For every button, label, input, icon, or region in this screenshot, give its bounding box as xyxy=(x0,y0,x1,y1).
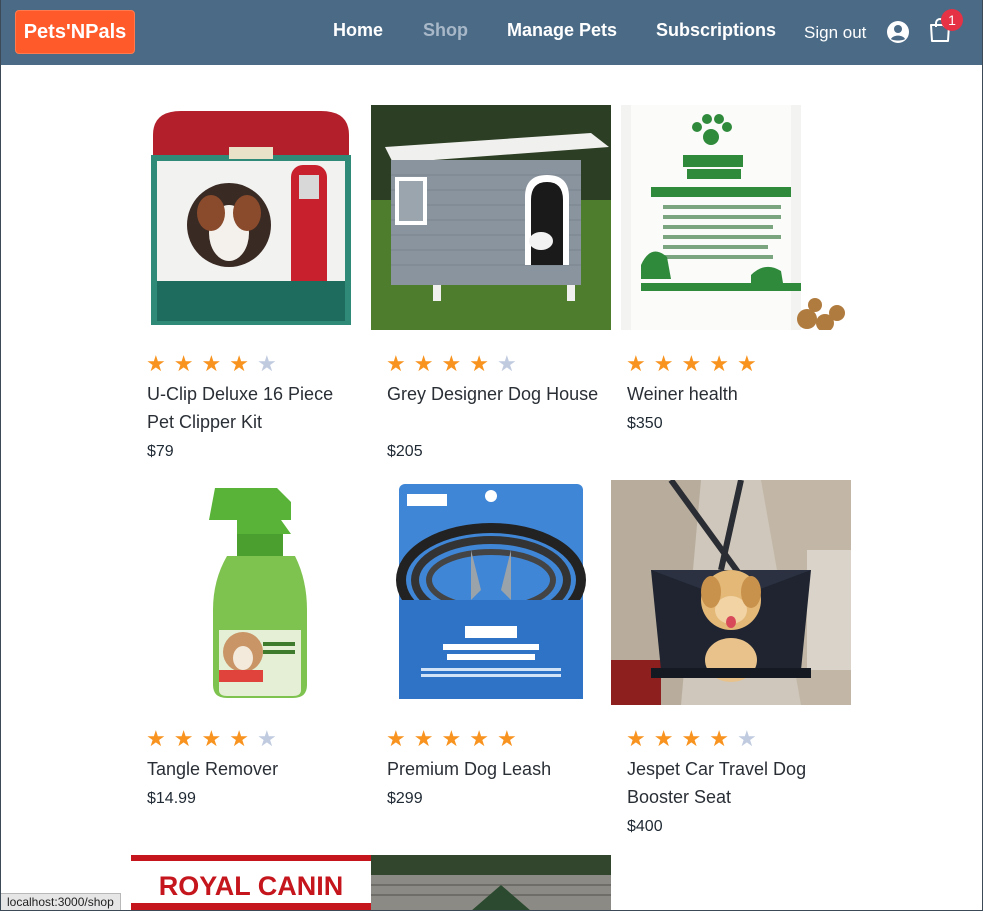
product-card[interactable]: ★ ★ ★ ★ ★ Premium Dog Leash $299 xyxy=(371,480,611,855)
star-icon: ★ xyxy=(709,726,729,751)
rating-stars: ★ ★ ★ ★ ★ xyxy=(626,353,757,375)
star-icon: ★ xyxy=(413,351,434,376)
car-seat-image[interactable] xyxy=(611,480,851,705)
star-icon: ★ xyxy=(386,351,406,376)
star-icon: ★ xyxy=(173,351,194,376)
star-icon: ★ xyxy=(469,726,489,751)
star-icon: ★ xyxy=(653,351,674,376)
star-icon: ★ xyxy=(173,726,194,751)
supplement-jar-image[interactable] xyxy=(611,105,851,330)
status-bar-url: localhost:3000/shop xyxy=(0,893,121,911)
rating-stars: ★ ★ ★ ★ ★ xyxy=(386,353,517,375)
nav-manage-pets[interactable]: Manage Pets xyxy=(507,20,617,41)
star-icon: ★ xyxy=(386,726,406,751)
user-circle-icon[interactable] xyxy=(886,20,910,44)
star-icon: ★ xyxy=(201,351,222,376)
product-card[interactable] xyxy=(371,855,611,911)
product-card[interactable]: ★ ★ ★ ★ ★ Grey Designer Dog House $205 xyxy=(371,105,611,480)
star-icon: ★ xyxy=(709,351,729,376)
star-icon: ★ xyxy=(681,726,702,751)
product-price: $400 xyxy=(627,818,663,835)
product-price: $299 xyxy=(387,790,423,807)
star-icon: ★ xyxy=(146,726,166,751)
star-icon: ★ xyxy=(229,351,249,376)
rating-stars: ★ ★ ★ ★ ★ xyxy=(386,728,517,750)
star-icon: ★ xyxy=(736,351,757,376)
product-price: $14.99 xyxy=(147,790,196,807)
navbar: Pets'NPals Home Shop Manage Pets Subscri… xyxy=(0,0,983,65)
star-icon: ★ xyxy=(681,351,702,376)
product-card[interactable]: ★ ★ ★ ★ ★ U-Clip Deluxe 16 Piece Pet Clipper… xyxy=(131,105,371,480)
cart-count-badge: 1 xyxy=(941,9,963,31)
product-price: $79 xyxy=(147,443,174,460)
product-card[interactable]: ★ ★ ★ ★ ★ Weiner health $350 xyxy=(611,105,851,480)
rating-stars: ★ ★ ★ ★ ★ xyxy=(146,728,277,750)
nav-subscriptions[interactable]: Subscriptions xyxy=(656,20,776,41)
star-icon: ★ xyxy=(653,726,674,751)
product-name[interactable]: Premium Dog Leash xyxy=(387,755,602,783)
star-empty-icon: ★ xyxy=(256,726,277,751)
star-empty-icon: ★ xyxy=(496,351,517,376)
product-card[interactable]: ★ ★ ★ ★ ★ Tangle Remover $14.99 xyxy=(131,480,371,855)
star-icon: ★ xyxy=(469,351,489,376)
product-name[interactable]: U-Clip Deluxe 16 Piece Pet Clipper Kit xyxy=(147,380,362,436)
product-card[interactable]: ROYAL CANIN xyxy=(131,855,371,911)
star-empty-icon: ★ xyxy=(736,726,757,751)
logo[interactable]: Pets'NPals xyxy=(15,10,135,54)
star-empty-icon: ★ xyxy=(256,351,277,376)
product-card[interactable]: ★ ★ ★ ★ ★ Jespet Car Travel Dog Booster Seat… xyxy=(611,480,851,855)
product-grid: ★ ★ ★ ★ ★ U-Clip Deluxe 16 Piece Pet Clipper… xyxy=(131,105,851,911)
product-name[interactable]: Weiner health xyxy=(627,380,842,408)
dog-food-bag-image[interactable]: ROYAL CANIN xyxy=(131,855,371,911)
star-icon: ★ xyxy=(229,726,249,751)
star-icon: ★ xyxy=(146,351,166,376)
rating-stars: ★ ★ ★ ★ ★ xyxy=(626,728,757,750)
star-icon: ★ xyxy=(413,726,434,751)
clipper-kit-image[interactable] xyxy=(131,105,371,330)
rating-stars: ★ ★ ★ ★ ★ xyxy=(146,353,277,375)
royal-canin-logo-text: ROYAL CANIN xyxy=(159,871,344,901)
product-name[interactable]: Jespet Car Travel Dog Booster Seat xyxy=(627,755,842,811)
product-name[interactable]: Grey Designer Dog House xyxy=(387,380,602,408)
dog-house-image[interactable] xyxy=(371,105,611,330)
star-icon: ★ xyxy=(626,351,646,376)
nav-shop[interactable]: Shop xyxy=(423,20,468,41)
star-icon: ★ xyxy=(441,351,462,376)
tie-out-cable-image[interactable] xyxy=(371,480,611,705)
spray-bottle-image[interactable] xyxy=(131,480,371,705)
star-icon: ★ xyxy=(201,726,222,751)
star-icon: ★ xyxy=(441,726,462,751)
sign-out-link[interactable]: Sign out xyxy=(804,23,866,43)
product-price: $205 xyxy=(387,443,423,460)
star-icon: ★ xyxy=(496,726,517,751)
star-icon: ★ xyxy=(626,726,646,751)
outdoor-product-image[interactable] xyxy=(371,855,611,911)
nav-home[interactable]: Home xyxy=(333,20,383,41)
product-price: $350 xyxy=(627,415,663,432)
product-name[interactable]: Tangle Remover xyxy=(147,755,362,783)
